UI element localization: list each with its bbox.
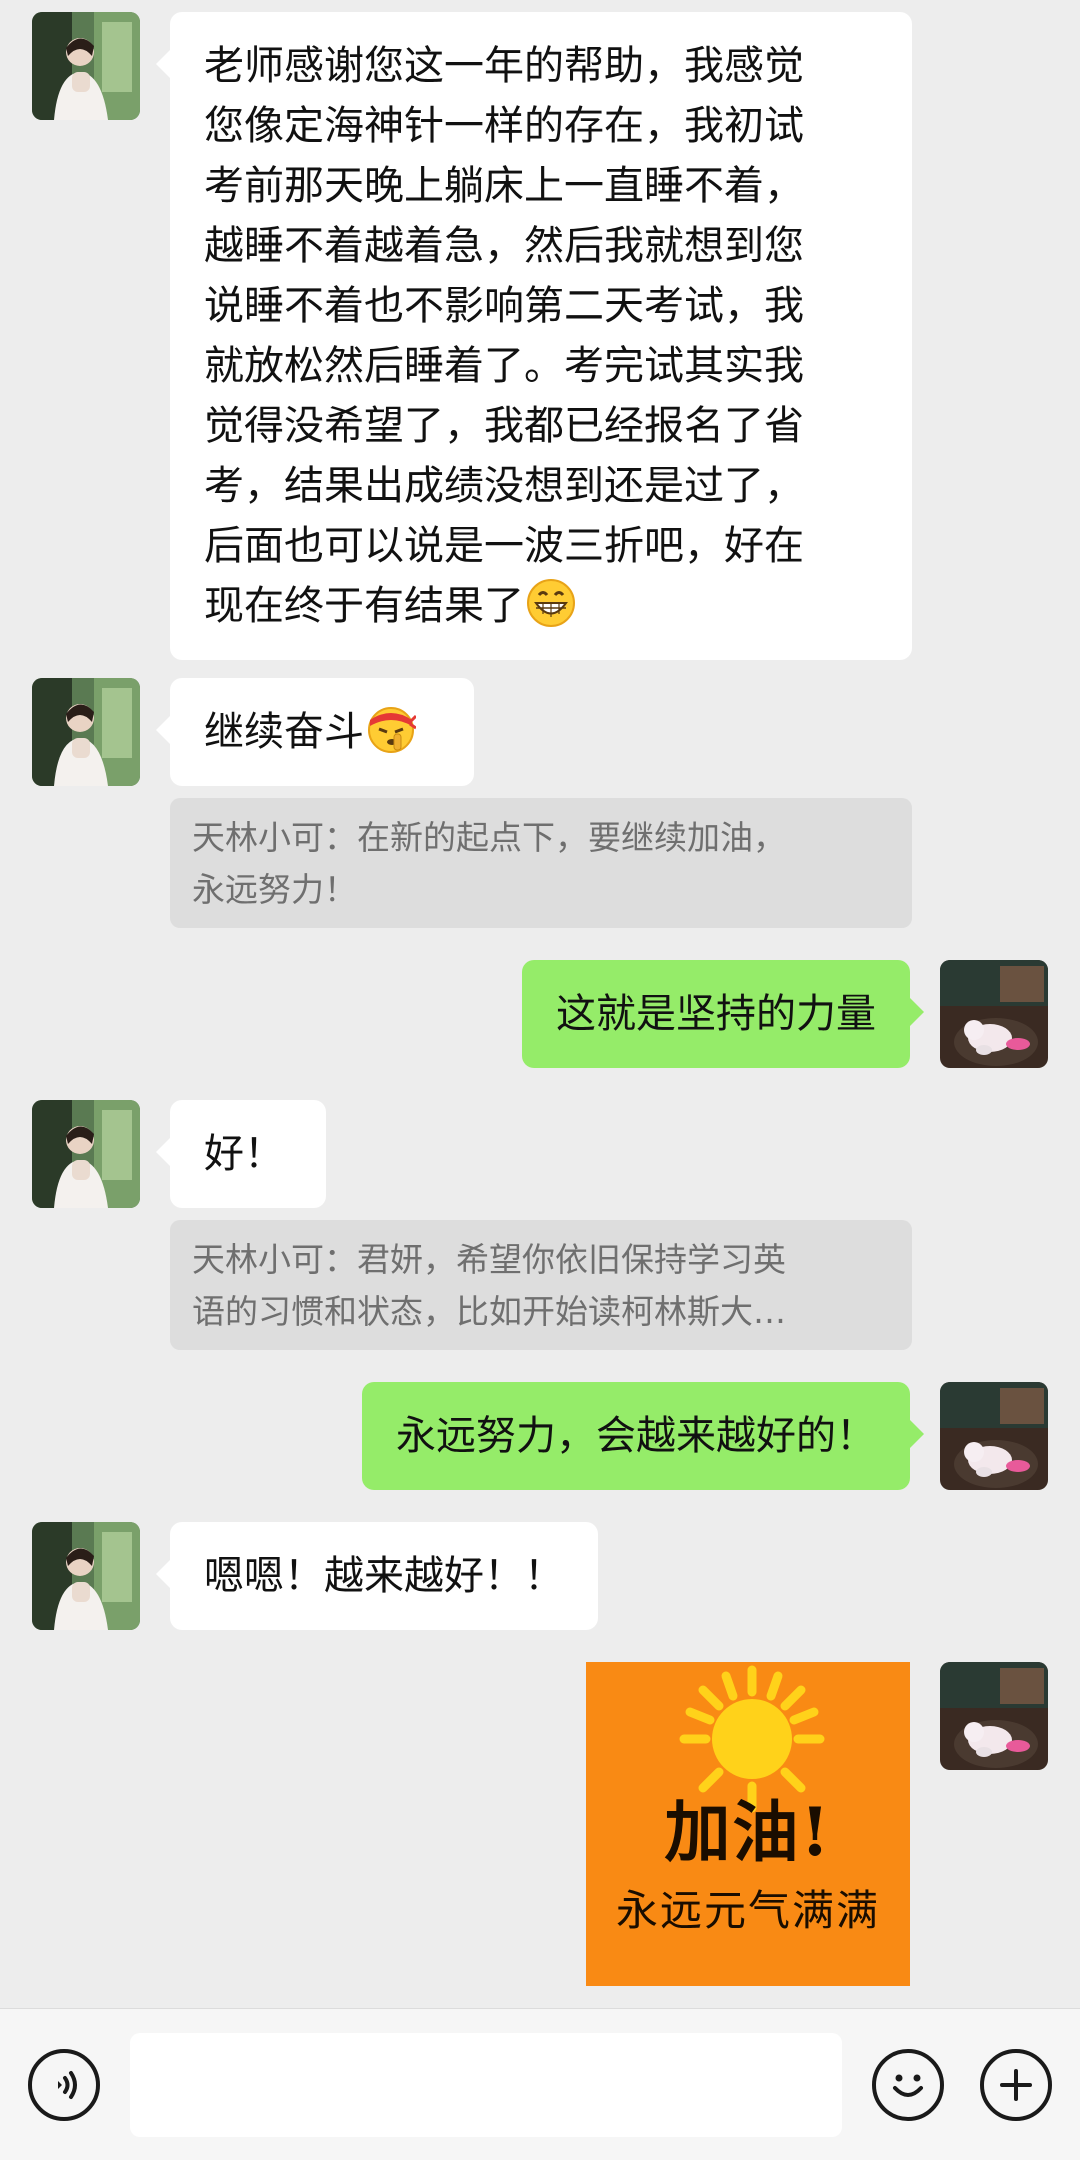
quote-text: 语的习惯和状态，比如开始读柯林斯大…	[192, 1292, 786, 1331]
message-text: 后面也可以说是一波三折吧，好在	[204, 523, 804, 569]
quoted-reply[interactable]: 天林小可：在新的起点下，要继续加油， 永远努力！	[170, 798, 912, 928]
message-text: 您像定海神针一样的存在，我初试	[204, 103, 804, 149]
self-avatar[interactable]	[940, 960, 1048, 1068]
contact-avatar[interactable]	[32, 1522, 140, 1630]
sticker-subtitle: 永远元气满满	[615, 1886, 880, 1935]
quote-text: 天林小可：在新的起点下，要继续加油，	[192, 818, 786, 857]
contact-avatar[interactable]	[32, 1100, 140, 1208]
message-text: 现在终于有结果了	[204, 583, 524, 629]
plus-icon	[1000, 2069, 1032, 2101]
message-text: 这就是坚持的力量	[556, 991, 876, 1037]
message-bubble-incoming[interactable]: 嗯嗯！越来越好！！	[156, 1522, 598, 1630]
plus-button[interactable]	[980, 2049, 1052, 2121]
input-bar	[0, 2008, 1080, 2160]
message-text: 好！	[204, 1131, 284, 1177]
message-text: 说睡不着也不影响第二天考试，我	[204, 283, 804, 329]
message-text: 嗯嗯！越来越好！！	[204, 1553, 564, 1599]
emoji-button[interactable]	[872, 2049, 944, 2121]
message-bubble-incoming[interactable]: 老师感谢您这一年的帮助，我感觉 您像定海神针一样的存在，我初试 考前那天晚上躺床…	[156, 12, 912, 660]
emoji-icon	[893, 2074, 923, 2097]
message-text: 老师感谢您这一年的帮助，我感觉	[204, 43, 804, 89]
message-text: 考前那天晚上躺床上一直睡不着，	[204, 163, 804, 209]
message-text: 永远努力，会越来越好的！	[396, 1413, 876, 1459]
message-text: 觉得没希望了，我都已经报名了省	[204, 403, 804, 449]
contact-avatar[interactable]	[32, 12, 140, 120]
message-bubble-outgoing[interactable]: 这就是坚持的力量	[522, 960, 924, 1068]
voice-icon	[58, 2071, 77, 2099]
quote-text: 永远努力！	[192, 870, 357, 909]
quoted-reply[interactable]: 天林小可：君妍，希望你依旧保持学习英 语的习惯和状态，比如开始读柯林斯大…	[170, 1220, 912, 1350]
grinning-face-emoji	[527, 579, 575, 627]
message-bubble-incoming[interactable]: 继续奋斗	[156, 678, 474, 786]
message-text: 继续奋斗	[204, 709, 364, 755]
sticker-title: 加油!	[664, 1793, 832, 1871]
quote-text: 天林小可：君妍，希望你依旧保持学习英	[192, 1240, 786, 1279]
message-input[interactable]	[130, 2033, 842, 2137]
message-bubble-incoming[interactable]: 好！	[156, 1100, 326, 1208]
sticker-message[interactable]: 加油! 永远元气满满	[586, 1662, 910, 1986]
self-avatar[interactable]	[940, 1382, 1048, 1490]
chat-area: 老师感谢您这一年的帮助，我感觉 您像定海神针一样的存在，我初试 考前那天晚上躺床…	[0, 0, 1080, 2008]
message-text: 就放松然后睡着了。考完试其实我	[204, 343, 804, 389]
message-text: 考，结果出成绩没想到还是过了，	[204, 463, 804, 509]
self-avatar[interactable]	[940, 1662, 1048, 1770]
voice-button[interactable]	[28, 2049, 100, 2121]
contact-avatar[interactable]	[32, 678, 140, 786]
message-bubble-outgoing[interactable]: 永远努力，会越来越好的！	[362, 1382, 924, 1490]
message-text: 越睡不着越着急，然后我就想到您	[204, 223, 804, 269]
headband-shush-face-emoji	[368, 707, 416, 753]
